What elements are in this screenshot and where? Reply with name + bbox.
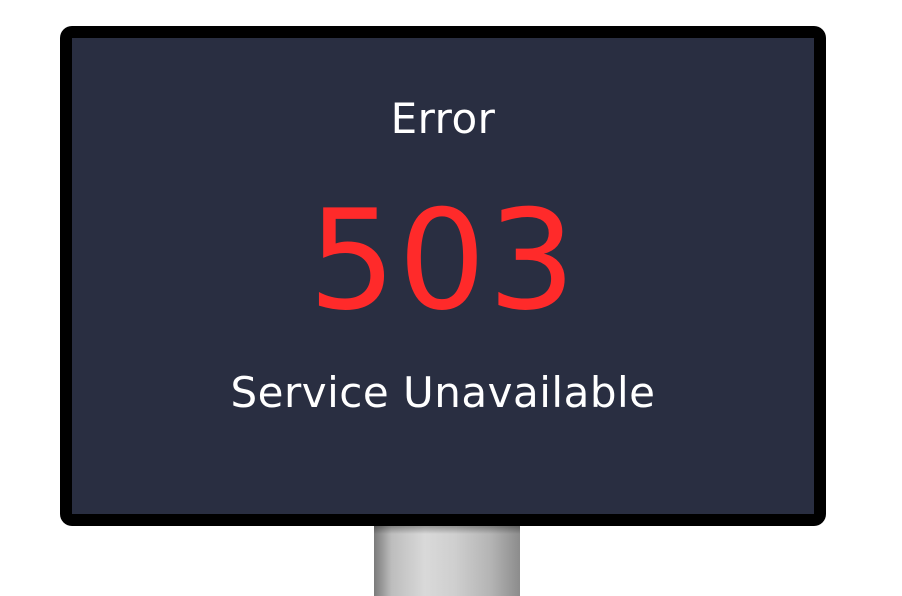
monitor-screen: Error 503 Service Unavailable — [72, 38, 814, 514]
error-code: 503 — [308, 180, 578, 341]
error-message: Service Unavailable — [230, 368, 656, 417]
illustration: Error 503 Service Unavailable — [0, 0, 902, 596]
error-heading: Error — [390, 94, 496, 143]
